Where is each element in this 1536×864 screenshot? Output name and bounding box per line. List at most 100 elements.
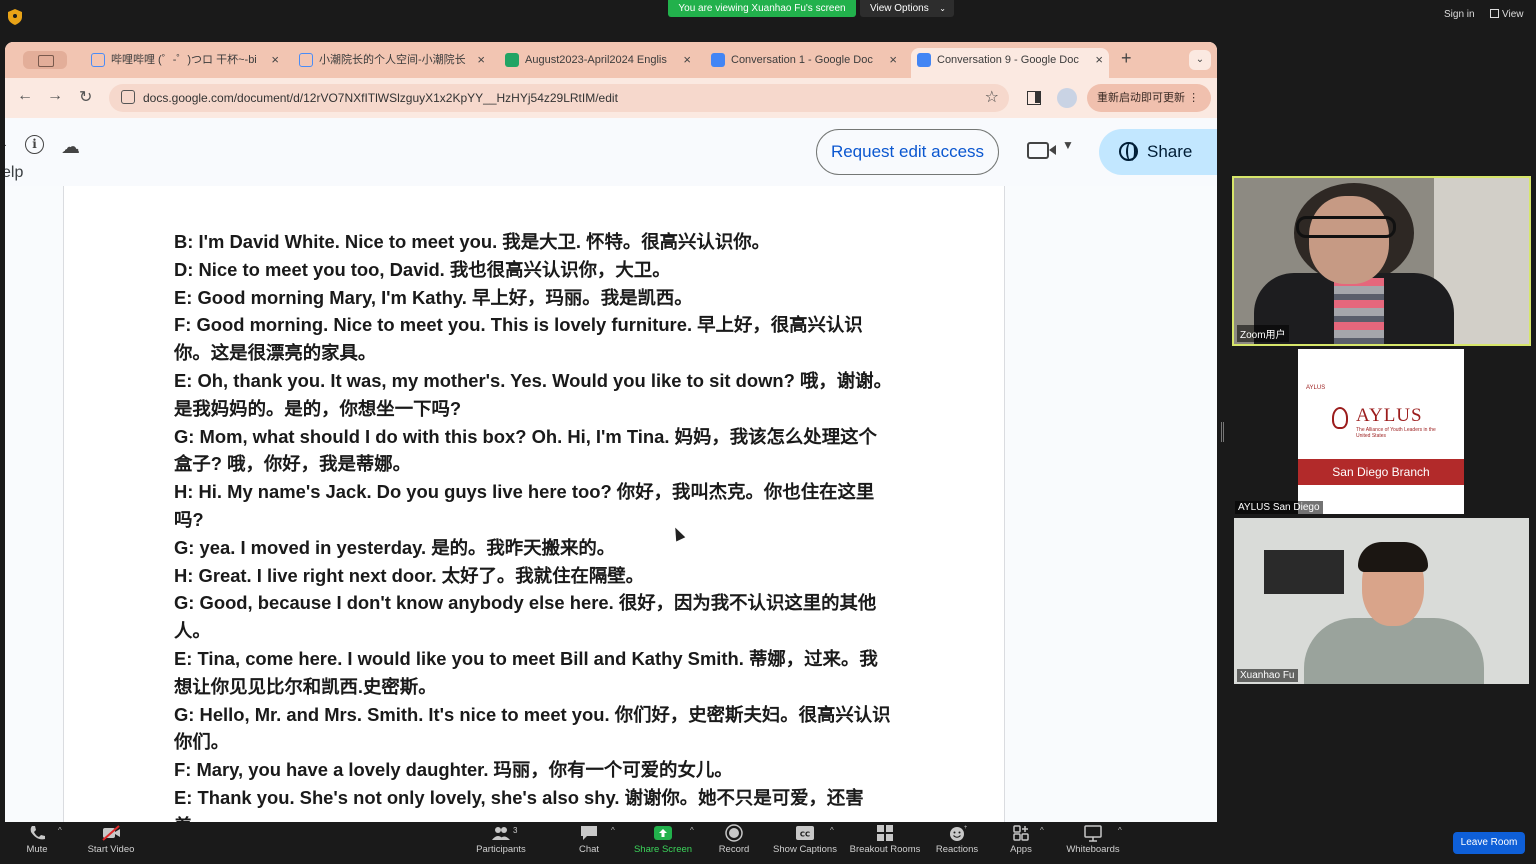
forward-icon[interactable]: →: [47, 87, 63, 105]
video-person: [1358, 542, 1428, 572]
aylus-branch: San Diego Branch: [1298, 459, 1464, 485]
whiteboards-button[interactable]: Whiteboards: [1062, 824, 1124, 855]
doc-line: E: Good morning Mary, I'm Kathy. 早上好，玛丽。…: [174, 286, 693, 308]
video-tile-zoom-user[interactable]: Zoom用户: [1232, 176, 1531, 346]
doc-canvas[interactable]: B: I'm David White. Nice to meet you. 我是…: [5, 186, 1217, 822]
doc-line: E: Thank you. She's not only lovely, she…: [174, 786, 864, 822]
aylus-subtitle: The Alliance of Youth Leaders in the Uni…: [1356, 427, 1436, 439]
chevron-up-icon[interactable]: ^: [830, 826, 834, 835]
record-button[interactable]: Record: [716, 824, 752, 855]
share-button[interactable]: Share: [1099, 129, 1217, 175]
share-screen-button[interactable]: Share Screen: [632, 824, 694, 855]
sign-in-link[interactable]: Sign in: [1444, 9, 1475, 20]
video-person: [1304, 618, 1484, 684]
shared-browser-window: 哔哩哔哩 (゜-゜)つロ 干杯~-bi × 小潮院长的个人空间-小潮院长 × A…: [5, 42, 1217, 822]
record-label: Record: [718, 844, 750, 855]
start-video-button[interactable]: Start Video: [84, 824, 138, 855]
svg-text:CC: CC: [800, 831, 810, 839]
tab-label: 哔哩哔哩 (゜-゜)つロ 干杯~-bi: [111, 54, 257, 66]
participant-name: Zoom用户: [1237, 325, 1289, 342]
avatar[interactable]: [1057, 88, 1077, 108]
bilibili-icon: [299, 53, 313, 67]
reactions-button[interactable]: + Reactions: [934, 824, 980, 855]
captions-icon: CC: [796, 826, 814, 840]
tab-strip: 哔哩哔哩 (゜-゜)つロ 干杯~-bi × 小潮院长的个人空间-小潮院长 × A…: [5, 42, 1217, 78]
view-options-label: View Options: [870, 3, 929, 14]
reactions-icon: +: [950, 825, 967, 841]
tab-sheets[interactable]: August2023-April2024 Englis ×: [499, 48, 697, 78]
doc-line: E: Oh, thank you. It was, my mother's. Y…: [174, 369, 892, 419]
video-off-icon: [102, 825, 120, 841]
chevron-up-icon[interactable]: ^: [1040, 826, 1044, 835]
bookmark-star-icon[interactable]: ☆: [985, 87, 999, 107]
participant-name: Xuanhao Fu: [1237, 669, 1298, 682]
menu-fragment: .: [5, 138, 7, 149]
breakout-rooms-button[interactable]: Breakout Rooms: [848, 824, 922, 855]
view-button[interactable]: View: [1490, 9, 1524, 20]
chat-button[interactable]: Chat: [574, 824, 604, 855]
apps-button[interactable]: Apps: [1006, 824, 1036, 855]
request-edit-access-button[interactable]: Request edit access: [816, 129, 999, 175]
video-tile-aylus[interactable]: AYLUS AYLUS The Alliance of Youth Leader…: [1232, 348, 1531, 516]
help-menu[interactable]: elp: [5, 164, 23, 182]
url-text: docs.google.com/document/d/12rVO7NXfITlW…: [143, 91, 618, 105]
close-icon[interactable]: ×: [889, 48, 897, 72]
back-icon[interactable]: ←: [17, 87, 33, 105]
panel-resize-handle[interactable]: [1221, 422, 1224, 442]
whiteboards-label: Whiteboards: [1066, 844, 1120, 855]
doc-page[interactable]: B: I'm David White. Nice to meet you. 我是…: [63, 186, 1005, 822]
url-bar[interactable]: docs.google.com/document/d/12rVO7NXfITlW…: [109, 84, 1009, 112]
update-label: 重新启动即可更新: [1097, 92, 1185, 104]
update-button[interactable]: 重新启动即可更新 ⋮: [1087, 84, 1211, 112]
close-icon[interactable]: ×: [683, 48, 691, 72]
tab-conversation-1[interactable]: Conversation 1 - Google Doc ×: [705, 48, 903, 78]
show-captions-button[interactable]: CC Show Captions: [772, 824, 838, 855]
chat-label: Chat: [578, 844, 600, 855]
close-icon[interactable]: ×: [1095, 48, 1103, 72]
new-tab-button[interactable]: +: [1121, 48, 1132, 69]
video-background: [1264, 550, 1344, 594]
chevron-down-icon[interactable]: ▼: [1062, 138, 1074, 152]
view-options-button[interactable]: View Options ⌄: [860, 0, 954, 17]
leave-room-button[interactable]: Leave Room: [1453, 832, 1525, 854]
cloud-icon[interactable]: ☁: [61, 136, 80, 159]
chevron-up-icon[interactable]: ^: [58, 826, 62, 835]
participants-button[interactable]: Participants: [474, 824, 528, 855]
reload-icon[interactable]: ↻: [79, 87, 92, 107]
more-vert-icon: ⋮: [1188, 92, 1200, 104]
chevron-up-icon[interactable]: ^: [611, 826, 615, 835]
chevron-up-icon[interactable]: ^: [1118, 826, 1122, 835]
tab-list-button[interactable]: ⌄: [1189, 50, 1211, 70]
video-person: [1296, 216, 1396, 238]
participants-label: Participants: [476, 844, 526, 855]
share-screen-icon: [654, 826, 672, 840]
address-bar-row: ← → ↻ docs.google.com/document/d/12rVO7N…: [5, 78, 1217, 118]
reactions-label: Reactions: [935, 844, 979, 855]
video-person: [1334, 278, 1384, 344]
chevron-up-icon[interactable]: ^: [690, 826, 694, 835]
side-panel-icon[interactable]: [1027, 91, 1041, 105]
tab-bilibili-space[interactable]: 小潮院长的个人空间-小潮院长 ×: [293, 48, 491, 78]
share-label: Share: [1147, 142, 1193, 161]
tab-conversation-9[interactable]: Conversation 9 - Google Doc ×: [911, 48, 1109, 78]
zoom-top-bar: You are viewing Xuanhao Fu's screen View…: [0, 0, 1536, 34]
tab-label: Conversation 1 - Google Doc: [731, 54, 873, 66]
tab-bilibili[interactable]: 哔哩哔哩 (゜-゜)つロ 干杯~-bi ×: [85, 48, 285, 78]
video-tile-xuanhao[interactable]: Xuanhao Fu: [1234, 518, 1529, 684]
meet-icon[interactable]: [1027, 142, 1056, 159]
mute-button[interactable]: Mute: [22, 824, 52, 855]
zoom-toolbar: Mute ^ Start Video Participants 3 Chat ^…: [0, 822, 1536, 864]
info-icon[interactable]: i: [25, 135, 44, 154]
site-settings-icon[interactable]: [121, 90, 135, 104]
participants-icon: [492, 827, 510, 840]
close-icon[interactable]: ×: [477, 48, 485, 72]
close-icon[interactable]: ×: [271, 48, 279, 72]
tab-search-button[interactable]: [23, 51, 67, 69]
whiteboard-icon: [1084, 825, 1102, 842]
bilibili-icon: [91, 53, 105, 67]
video-person: [1309, 196, 1389, 284]
shield-icon[interactable]: [8, 9, 22, 25]
chevron-down-icon: ⌄: [939, 4, 946, 13]
doc-body[interactable]: B: I'm David White. Nice to meet you. 我是…: [174, 228, 894, 822]
doc-line: H: Hi. My name's Jack. Do you guys live …: [174, 481, 875, 530]
